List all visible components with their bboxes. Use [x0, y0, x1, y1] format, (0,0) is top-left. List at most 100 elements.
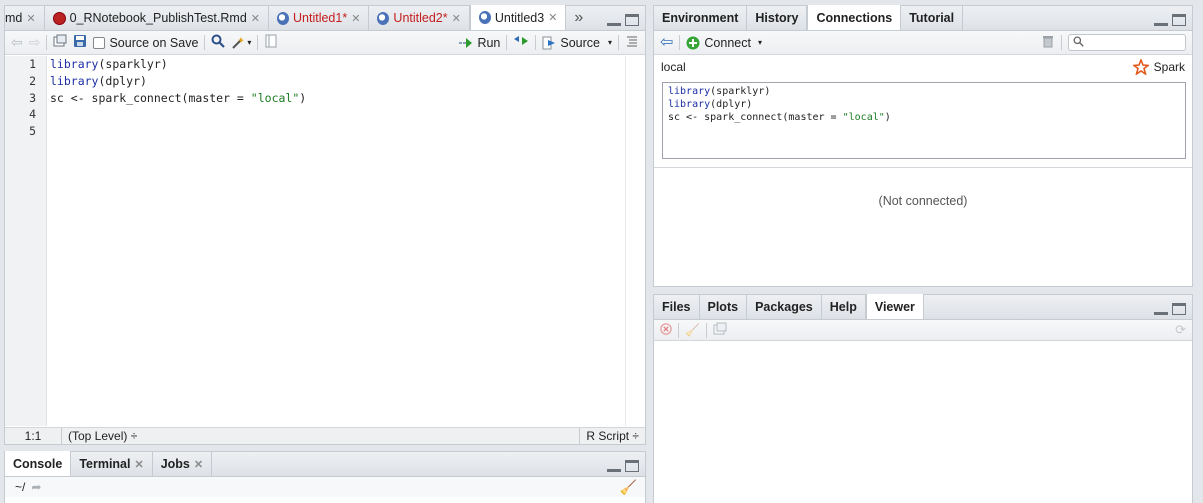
minimize-button[interactable]	[607, 14, 621, 26]
clear-console-icon[interactable]: 🧹	[620, 479, 637, 496]
connection-name: local	[661, 60, 686, 74]
code-editor[interactable]: library(sparklyr) library(dplyr) sc <- s…	[50, 56, 623, 140]
tab-environment[interactable]: Environment	[654, 6, 748, 30]
spark-label: Spark	[1153, 60, 1185, 74]
trash-icon[interactable]	[1041, 34, 1055, 51]
working-directory: ~/	[15, 480, 26, 494]
tab-viewer[interactable]: Viewer	[865, 294, 924, 319]
code-tools-wand-icon[interactable]: ▾	[231, 36, 251, 50]
minimize-button[interactable]	[1154, 14, 1168, 26]
tab-connections[interactable]: Connections	[807, 5, 902, 30]
connection-status-area: (Not connected)	[654, 167, 1192, 286]
tab-label: 0_RNotebook_PublishTest.Rmd	[69, 11, 247, 25]
toolbar-divider	[1061, 35, 1062, 50]
code-text: sc <- spark_connect(master =	[50, 90, 251, 105]
close-icon[interactable]: ✕	[26, 12, 35, 25]
close-icon[interactable]: ✕	[194, 458, 203, 471]
tab-label: Console	[13, 456, 63, 471]
line-number: 4	[29, 107, 36, 122]
console-pane: Console Terminal ✕ Jobs ✕ ~/ ➦ 🧹	[4, 451, 646, 503]
chevron-down-icon: ▾	[757, 38, 762, 47]
compile-report-icon[interactable]	[264, 34, 278, 51]
connect-label: Connect	[704, 35, 751, 50]
forward-arrow-icon[interactable]: ⇨	[29, 34, 41, 51]
rscript-icon	[478, 11, 491, 24]
code-line[interactable]: library(dplyr)	[50, 73, 623, 90]
minimize-button[interactable]	[1154, 303, 1168, 315]
close-icon[interactable]: ✕	[251, 12, 260, 25]
code-line[interactable]	[50, 123, 623, 140]
chevron-down-icon[interactable]: ▾	[608, 38, 612, 47]
source-on-save-checkbox[interactable]	[93, 36, 106, 49]
tab-md[interactable]: md ✕	[5, 6, 45, 30]
clear-viewer-broom-icon[interactable]: 🧹	[685, 323, 700, 337]
tab-untitled1[interactable]: Untitled1* ✕	[269, 6, 370, 30]
toolbar-divider	[204, 35, 206, 50]
toolbar-divider	[257, 35, 259, 50]
tab-plots[interactable]: Plots	[700, 295, 748, 319]
add-connection-icon	[686, 36, 700, 49]
run-label: Run	[477, 35, 501, 50]
close-icon[interactable]: ✕	[548, 11, 557, 24]
code-line[interactable]: library(sparklyr)	[50, 56, 623, 73]
connect-button[interactable]: Connect ▾	[686, 36, 762, 50]
source-button[interactable]: Source ▾	[542, 36, 612, 50]
code-string: "local"	[842, 112, 885, 123]
tab-help[interactable]: Help	[822, 295, 866, 319]
tab-files[interactable]: Files	[654, 295, 700, 319]
tab-tutorial[interactable]: Tutorial	[901, 6, 964, 30]
tab-untitled3[interactable]: Untitled3 ✕	[469, 5, 567, 30]
tab-history[interactable]: History	[747, 6, 808, 30]
go-to-directory-icon[interactable]: ➦	[31, 480, 41, 494]
tab-jobs[interactable]: Jobs ✕	[153, 452, 213, 476]
remove-viewer-icon[interactable]	[660, 322, 672, 338]
rerun-icon[interactable]	[513, 34, 529, 51]
tab-console[interactable]: Console	[5, 451, 72, 476]
line-number-gutter: 1 2 3 4 5	[5, 56, 47, 426]
rscript-icon	[377, 11, 390, 25]
outline-icon[interactable]	[625, 34, 639, 51]
scope-selector[interactable]: (Top Level) ÷	[62, 429, 579, 443]
refresh-icon[interactable]: ⟳	[1175, 322, 1186, 338]
filetype-selector[interactable]: R Script ÷	[580, 429, 645, 443]
editor-scrollbar[interactable]	[625, 56, 641, 426]
connections-search-box[interactable]	[1068, 34, 1186, 51]
toolbar-divider	[679, 35, 681, 50]
connection-code-snippet[interactable]: library(sparklyr) library(dplyr) sc <- s…	[662, 82, 1186, 159]
maximize-button[interactable]	[625, 14, 639, 26]
code-line[interactable]: sc <- spark_connect(master = "local")	[50, 90, 623, 107]
code-text: )	[884, 112, 891, 123]
tab-terminal[interactable]: Terminal ✕	[71, 452, 153, 476]
tab-untitled2[interactable]: Untitled2* ✕	[369, 6, 470, 30]
maximize-button[interactable]	[625, 460, 639, 472]
spark-badge: Spark	[1132, 59, 1185, 75]
tab-packages[interactable]: Packages	[747, 295, 822, 319]
save-icon[interactable]	[73, 34, 87, 51]
maximize-button[interactable]	[1172, 14, 1186, 26]
show-in-window-icon[interactable]	[713, 322, 727, 339]
maximize-button[interactable]	[1172, 303, 1186, 315]
back-arrow-icon[interactable]: ⇦	[11, 34, 23, 51]
spark-star-icon	[1132, 59, 1149, 75]
close-icon[interactable]: ✕	[351, 12, 360, 25]
show-in-window-icon[interactable]	[53, 34, 67, 51]
back-arrow-icon[interactable]: ⇦	[660, 34, 673, 51]
source-on-save-toggle[interactable]: Source on Save	[93, 36, 198, 50]
search-icon[interactable]	[211, 34, 226, 51]
tab-label: History	[755, 11, 799, 25]
minimize-button[interactable]	[607, 460, 621, 472]
search-input[interactable]	[1084, 36, 1179, 49]
code-text: (dplyr)	[98, 73, 147, 88]
tab-label: Environment	[662, 11, 739, 25]
tab-label: Tutorial	[909, 11, 955, 25]
tab-rnotebook[interactable]: 0_RNotebook_PublishTest.Rmd ✕	[45, 6, 269, 30]
run-button[interactable]: Run	[459, 36, 500, 50]
window-controls	[607, 460, 639, 472]
close-icon[interactable]: ✕	[452, 12, 461, 25]
source-on-save-label: Source on Save	[109, 35, 199, 50]
code-line[interactable]	[50, 106, 623, 123]
close-icon[interactable]: ✕	[134, 458, 143, 471]
window-controls	[607, 14, 639, 26]
rmarkdown-icon	[52, 11, 66, 25]
tab-overflow-button[interactable]: »	[566, 6, 591, 30]
